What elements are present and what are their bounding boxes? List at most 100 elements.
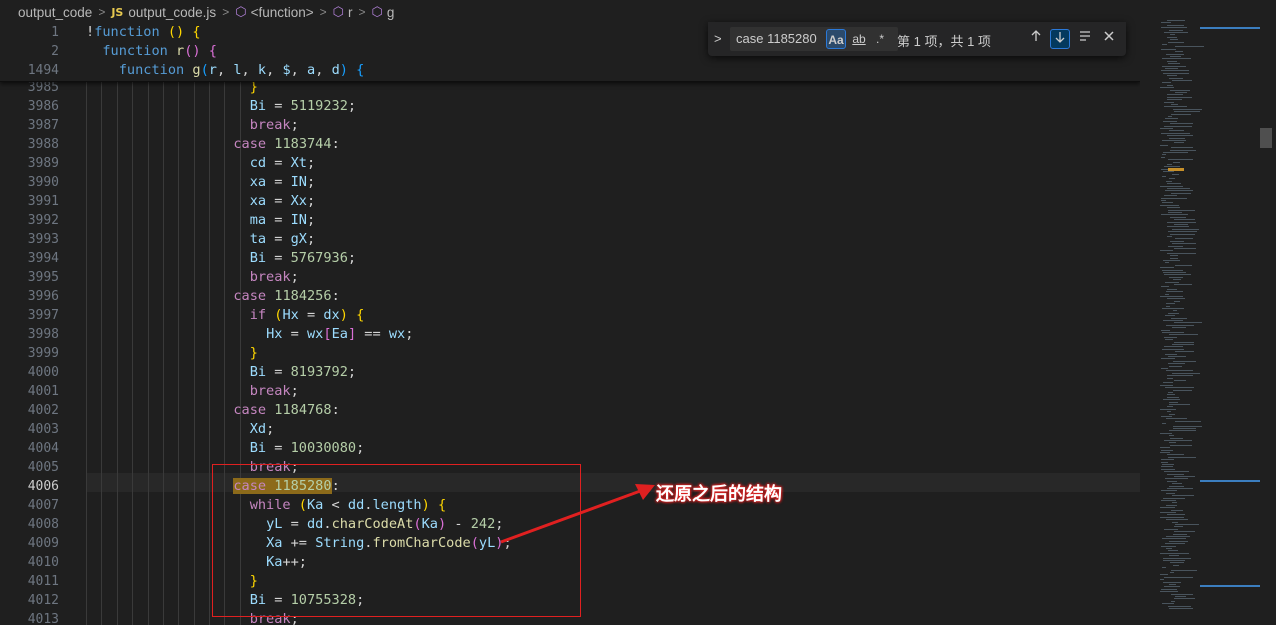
minimap-line	[1163, 399, 1180, 401]
breadcrumb-symbol-g[interactable]: g	[387, 5, 395, 20]
minimap-line	[1162, 464, 1174, 465]
code-line[interactable]: 3995 break;	[0, 268, 1140, 287]
minimap-line	[1171, 113, 1191, 115]
code-token: dx	[323, 307, 340, 323]
symbol-function-icon: ⬡	[371, 4, 383, 19]
minimap-line	[1169, 404, 1190, 405]
code-line[interactable]: 3997 if (Hx = dx) {	[0, 306, 1140, 325]
minimap-line	[1168, 363, 1185, 365]
minimap-line	[1175, 46, 1204, 48]
minimap-line	[1173, 428, 1196, 429]
breadcrumb-file[interactable]: output_code.js	[128, 5, 216, 20]
minimap-line	[1170, 240, 1184, 242]
code-token: )	[339, 62, 348, 78]
code-token: xa	[249, 193, 267, 209]
minimap-line	[1169, 485, 1184, 487]
code-line[interactable]: 4000 Bi = 8193792;	[0, 363, 1140, 382]
code-token: (	[200, 62, 209, 78]
code-line[interactable]: 3987 break;	[0, 116, 1140, 135]
minimap-line	[1166, 180, 1172, 182]
code-line[interactable]: 3989 cd = Xt;	[0, 154, 1140, 173]
code-line[interactable]: 3998 Hx = wx[Ea] == wx;	[0, 325, 1140, 344]
code-line[interactable]: 3999 }	[0, 344, 1140, 363]
code-line[interactable]: 3994 Bi = 5767936;	[0, 249, 1140, 268]
code-line[interactable]: 3993 ta = gX;	[0, 230, 1140, 249]
minimap-line	[1169, 334, 1198, 336]
minimap-line	[1167, 514, 1185, 516]
code-line[interactable]: 3990 xa = IN;	[0, 173, 1140, 192]
code-token: 1184768	[274, 402, 332, 418]
toggle-replace-chevron-icon[interactable]: >	[714, 31, 722, 46]
minimap-line	[1175, 351, 1194, 353]
minimap-line	[1168, 116, 1172, 117]
scrollbar-thumb[interactable]	[1260, 128, 1272, 148]
code-line[interactable]: 3992 ma = IN;	[0, 211, 1140, 230]
chevron-right-icon: >	[222, 5, 230, 19]
minimap-line	[1163, 120, 1177, 122]
code-text: ta = gX;	[86, 230, 316, 249]
code-line[interactable]: 4003 Xd;	[0, 420, 1140, 439]
minimap-line	[1160, 574, 1168, 576]
minimap-line	[1166, 548, 1172, 549]
minimap-line	[1162, 176, 1166, 177]
minimap-line	[1167, 221, 1196, 223]
minimap-line	[1160, 384, 1173, 386]
code-line[interactable]: 3996 case 1184256:	[0, 287, 1140, 306]
code-token: =	[266, 440, 291, 456]
minimap-line	[1161, 132, 1190, 134]
find-in-selection-icon[interactable]	[1075, 29, 1095, 49]
close-icon[interactable]	[1099, 29, 1119, 49]
minimap-line	[1170, 444, 1192, 446]
minimap-line	[1171, 593, 1193, 595]
minimap-line	[1165, 293, 1169, 295]
minimap-line	[1167, 135, 1193, 137]
code-line[interactable]: 4002 case 1184768:	[0, 401, 1140, 420]
code-line[interactable]: 4004 Bi = 10030080;	[0, 439, 1140, 458]
code-line[interactable]: 3988 case 1183744:	[0, 135, 1140, 154]
code-line[interactable]: 3986 Bi = 5119232;	[0, 97, 1140, 116]
code-line[interactable]: 1494 function g(r, l, k, $, a, d) {	[0, 61, 1140, 80]
code-token: ;	[266, 421, 275, 437]
arrow-up-icon[interactable]	[1026, 29, 1046, 49]
minimap-line	[1167, 298, 1185, 300]
arrow-down-icon[interactable]	[1050, 29, 1070, 49]
minimap-line	[1164, 471, 1189, 473]
code-line[interactable]: 3991 xa = Xx;	[0, 192, 1140, 211]
breadcrumb-folder[interactable]: output_code	[18, 5, 92, 20]
minimap-line	[1170, 123, 1193, 125]
code-token: ;	[307, 174, 316, 190]
code-token: xa	[249, 174, 267, 190]
breadcrumb-symbol-r[interactable]: r	[348, 5, 353, 20]
minimap-line	[1173, 564, 1179, 566]
minimap-line	[1174, 531, 1195, 533]
match-whole-word-button[interactable]: ab	[849, 29, 869, 49]
code-token: r	[176, 43, 185, 59]
minimap-line	[1160, 296, 1183, 297]
code-token: ]	[347, 326, 357, 342]
minimap-line	[1168, 212, 1182, 213]
minimap-line	[1169, 276, 1183, 278]
code-line[interactable]: 4001 break;	[0, 382, 1140, 401]
chevron-right-icon: >	[98, 5, 106, 19]
minimap-line	[1161, 329, 1170, 331]
minimap-line	[1169, 540, 1188, 542]
breadcrumb-symbol-function[interactable]: <function>	[251, 5, 314, 20]
minimap-line	[1165, 315, 1175, 317]
code-token: =	[266, 98, 291, 114]
code-token: ;	[307, 155, 316, 171]
minimap-line	[1164, 528, 1178, 530]
code-text: if (Hx = dx) {	[86, 306, 365, 325]
minimap[interactable]	[1140, 0, 1276, 625]
code-token: )	[339, 307, 348, 323]
match-case-button[interactable]: Aa	[826, 29, 846, 49]
regex-button[interactable]: .*	[871, 29, 889, 49]
minimap-line	[1168, 231, 1197, 233]
minimap-line	[1165, 262, 1169, 264]
minimap-search-match	[1168, 168, 1184, 171]
code-token: Bi	[249, 364, 267, 380]
symbol-function-icon: ⬡	[332, 4, 344, 19]
